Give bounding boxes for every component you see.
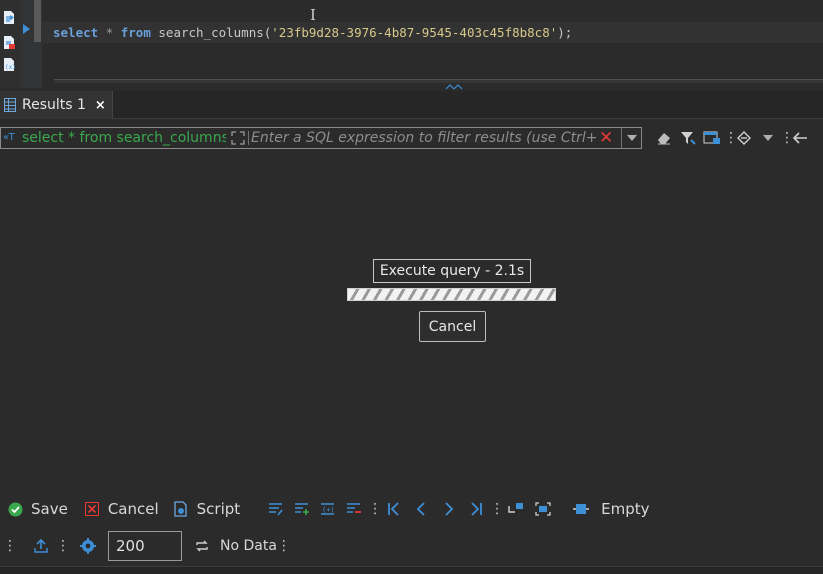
current-line-arrow-icon — [23, 24, 30, 34]
editor-horizontal-scrollbar[interactable] — [54, 79, 823, 83]
filter-separator — [248, 131, 249, 145]
query-progress-bar — [347, 288, 556, 301]
editor-gutter: (x) — [0, 0, 20, 88]
delete-row-icon[interactable] — [344, 499, 364, 519]
toolbar-separator: ⋮ — [780, 130, 794, 146]
sql-star: * — [105, 25, 114, 40]
edit-record-icon[interactable] — [266, 499, 286, 519]
results-tab-bar: Results 1 × — [0, 91, 823, 119]
fetch-next-page-icon[interactable] — [506, 499, 526, 519]
export-data-icon[interactable] — [31, 536, 51, 556]
sql-keyword-from: from — [120, 25, 151, 40]
fetch-all-rows-icon[interactable] — [533, 499, 553, 519]
check-circle-icon — [5, 499, 25, 519]
script-icon — [171, 499, 191, 519]
svg-text:(+): (+) — [322, 506, 335, 514]
cancel-label: Cancel — [107, 500, 159, 518]
script-button[interactable]: Script — [171, 497, 241, 521]
current-query-marker — [34, 0, 41, 42]
script-label: Script — [196, 500, 241, 518]
panel-splitter-handle[interactable] — [440, 84, 468, 90]
last-page-icon[interactable] — [466, 499, 486, 519]
execute-statement-icon[interactable] — [3, 11, 15, 24]
fetch-size-input[interactable] — [108, 531, 182, 561]
expand-query-icon[interactable] — [229, 130, 247, 146]
active-query-text[interactable]: select * from search_columns — [22, 128, 226, 148]
toolbar-separator: ⋮ — [368, 501, 383, 517]
results-grid-header-edge — [0, 566, 823, 574]
filter-expression-input[interactable] — [251, 128, 597, 148]
panel-empty-button[interactable]: Empty — [571, 497, 650, 521]
apply-filter-icon[interactable] — [676, 128, 700, 148]
empty-label: Empty — [601, 500, 650, 518]
sql-close: ); — [557, 25, 573, 40]
svg-text:(x): (x) — [5, 64, 15, 71]
toolbar-separator: ⋮ — [724, 130, 738, 146]
tab-results-1[interactable]: Results 1 × — [0, 91, 113, 119]
first-page-icon[interactable] — [384, 499, 404, 519]
settings-gear-icon[interactable] — [78, 536, 98, 556]
add-row-icon[interactable] — [292, 499, 312, 519]
cancel-query-button[interactable]: Cancel — [419, 311, 486, 342]
chevron-down-icon[interactable] — [756, 128, 780, 148]
filter-settings-icon[interactable] — [700, 128, 724, 148]
cancel-x-icon — [82, 499, 102, 519]
results-status-toolbar: ⋮ ⋮ No Data ⋮ — [0, 530, 823, 562]
toolbar-separator: ⋮ — [3, 538, 17, 554]
toolbar-separator: ⋮ — [56, 538, 70, 554]
results-edit-toolbar: Save Cancel Script (+) ⋮ ⋮ Empty — [0, 496, 823, 522]
text-cursor-icon: I — [310, 6, 316, 24]
filter-history-dropdown[interactable] — [621, 128, 641, 148]
save-button[interactable]: Save — [5, 497, 68, 521]
grid-table-icon — [4, 98, 16, 112]
sql-line-1[interactable]: select * from search_columns('23fb9d28-3… — [42, 22, 823, 43]
no-data-label: No Data — [220, 538, 277, 554]
next-page-icon[interactable] — [439, 499, 459, 519]
clear-filter-icon[interactable]: ✕ — [599, 129, 613, 147]
filter-box: «T select * from search_columns ✕ — [0, 127, 642, 149]
filter-history-icon[interactable]: «T — [3, 130, 21, 146]
execute-in-new-tab-icon[interactable] — [3, 36, 15, 49]
sql-function-name: search_columns — [158, 25, 264, 40]
progress-bar-fill — [348, 289, 555, 300]
refresh-icon[interactable] — [192, 536, 212, 556]
cancel-changes-button[interactable]: Cancel — [82, 497, 159, 521]
back-arrow-icon[interactable] — [788, 128, 812, 148]
copy-row-icon[interactable]: (+) — [318, 499, 338, 519]
toolbar-separator: ⋮ — [490, 501, 505, 517]
execute-query-status: Execute query - 2.1s — [373, 259, 531, 283]
filter-tools: ⋮ ⋮ — [652, 127, 812, 149]
sql-keyword-select: select — [53, 25, 99, 40]
sql-string-literal: '23fb9d28-3976-4b87-9545-403c45f8b8c8' — [271, 25, 558, 40]
execute-script-icon[interactable]: (x) — [3, 58, 15, 71]
filter-bar: «T select * from search_columns ✕ ⋮ ⋮ — [0, 122, 823, 153]
tab-results-label: Results 1 — [22, 97, 86, 113]
panel-toggle-icon — [571, 499, 591, 519]
eraser-icon[interactable] — [652, 128, 676, 148]
close-tab-icon[interactable]: × — [95, 98, 106, 113]
toolbar-separator: ⋮ — [276, 538, 291, 554]
sql-editor[interactable]: (x) select * from search_columns('23fb9d… — [0, 0, 823, 90]
save-label: Save — [31, 500, 68, 518]
link-navigation-icon[interactable] — [732, 128, 756, 148]
previous-page-icon[interactable] — [411, 499, 431, 519]
